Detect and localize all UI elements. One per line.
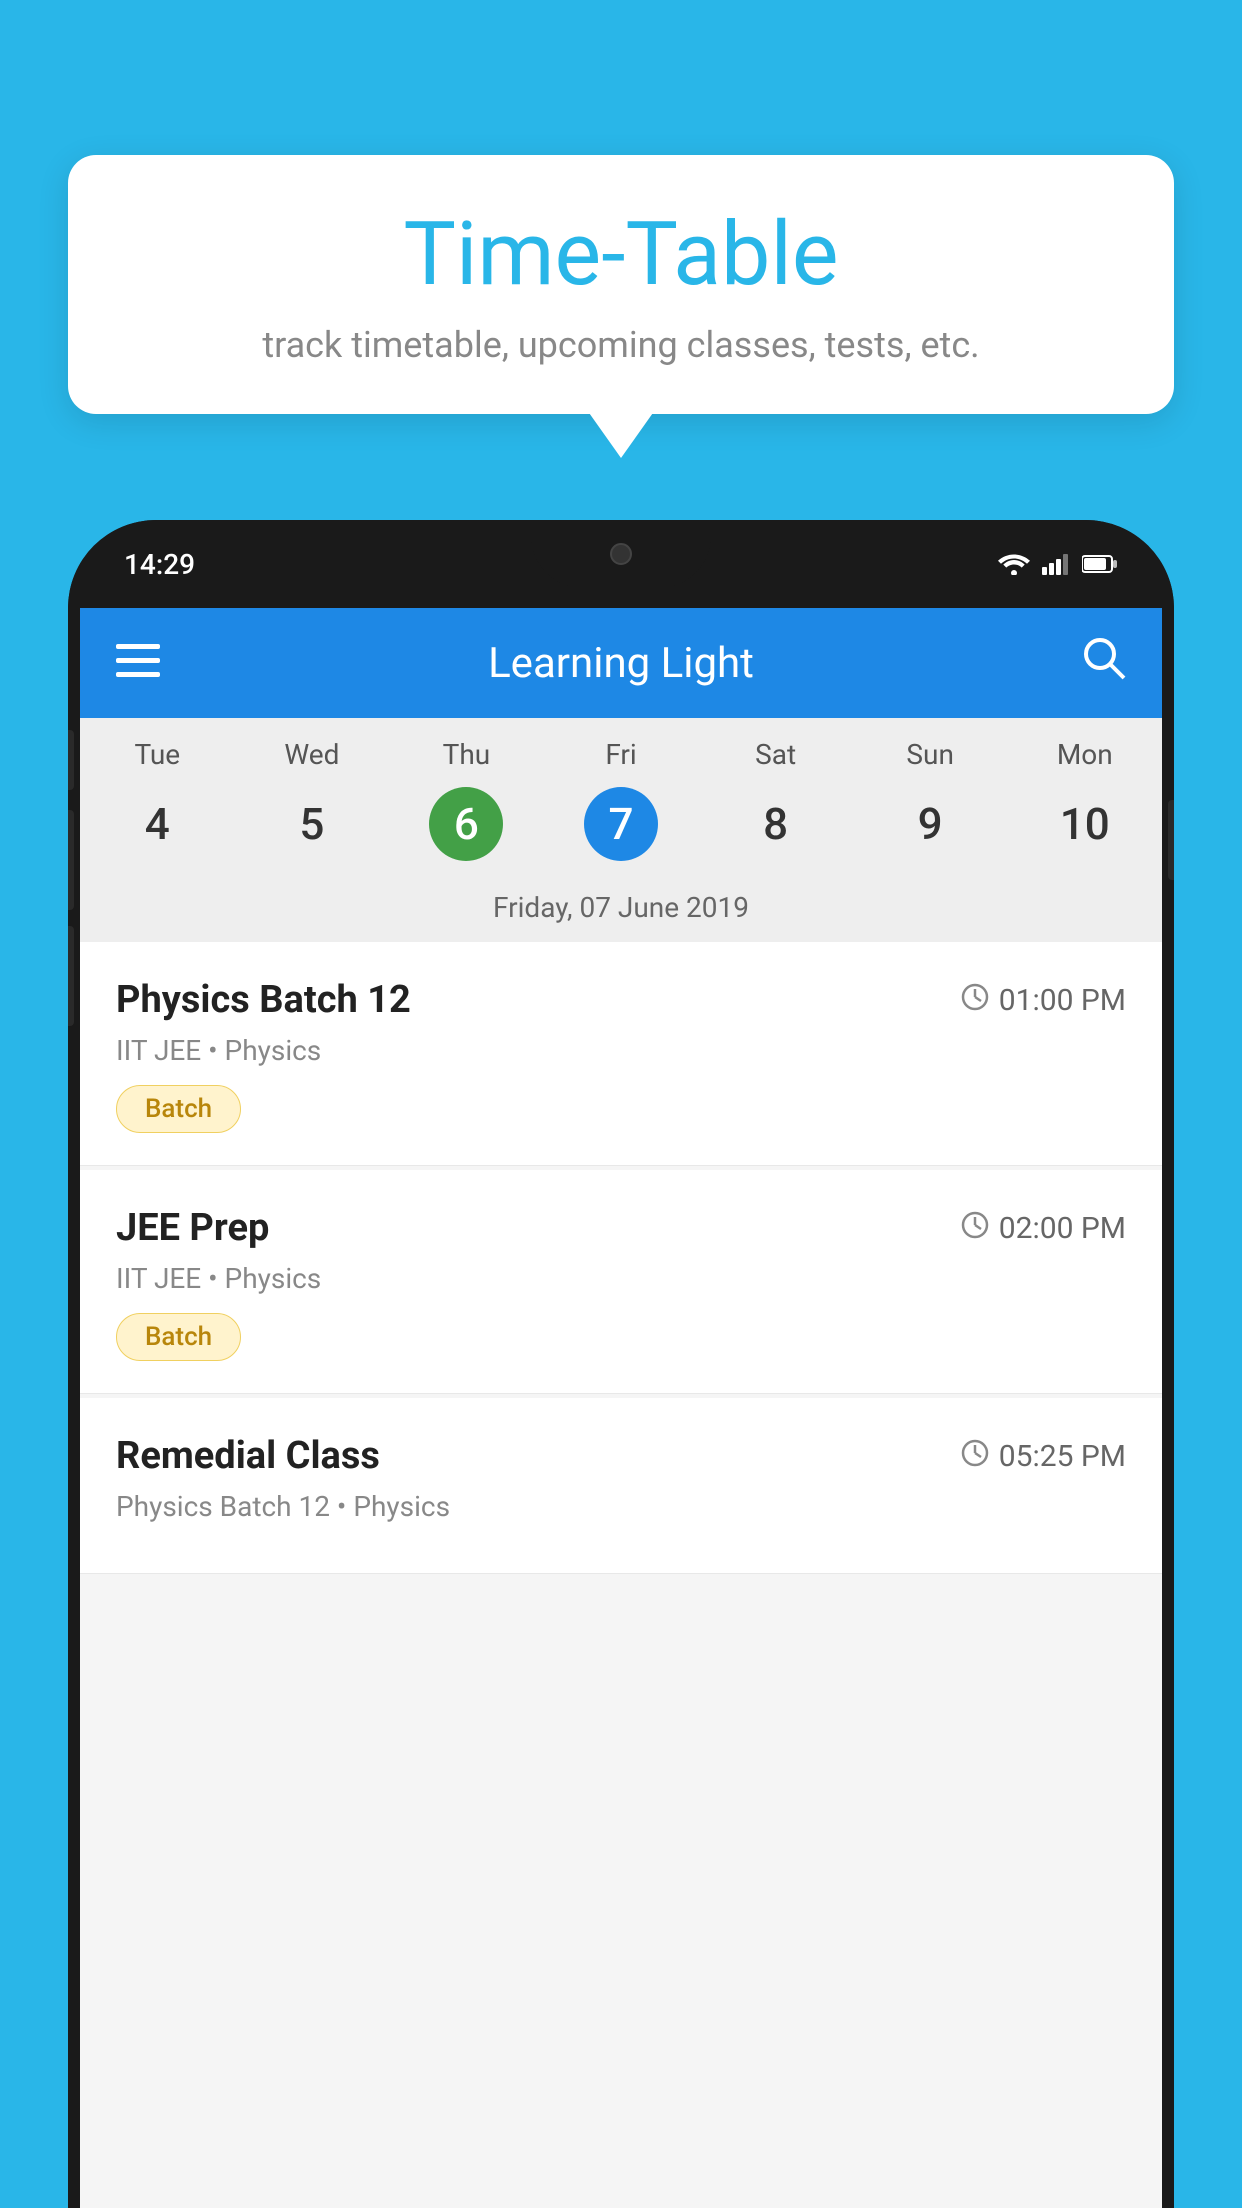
tooltip-card: Time-Table track timetable, upcoming cla… — [68, 155, 1174, 414]
tooltip-subtitle: track timetable, upcoming classes, tests… — [128, 324, 1114, 366]
status-time: 14:29 — [124, 548, 195, 581]
signal-icon — [1042, 553, 1070, 575]
power-button — [1168, 800, 1174, 880]
day-numbers-row: 4 5 6 7 8 9 10 — [80, 779, 1162, 881]
clock-icon-2 — [961, 1211, 989, 1246]
volume-up-button — [68, 730, 74, 790]
schedule-title-1: Physics Batch 12 — [116, 978, 411, 1022]
date-8[interactable]: 8 — [698, 787, 853, 861]
app-title: Learning Light — [160, 639, 1082, 688]
schedule-time-1: 01:00 PM — [961, 983, 1126, 1018]
volume-down-button — [68, 810, 74, 910]
selected-date-label: Friday, 07 June 2019 — [80, 881, 1162, 942]
date-4[interactable]: 4 — [80, 787, 235, 861]
schedule-title-3: Remedial Class — [116, 1434, 380, 1478]
status-icons — [998, 553, 1118, 575]
menu-button[interactable] — [116, 637, 160, 689]
date-10[interactable]: 10 — [1007, 787, 1162, 861]
schedule-item-remedial[interactable]: Remedial Class 05:25 PM — [80, 1398, 1162, 1574]
search-button[interactable] — [1082, 636, 1126, 691]
date-6-today[interactable]: 6 — [389, 787, 544, 861]
bixby-button — [68, 926, 74, 1026]
day-names-row: Tue Wed Thu Fri Sat Sun Mon — [80, 718, 1162, 779]
phone-screen: Learning Light Tue Wed Thu Fri Sat Sun — [80, 608, 1162, 2208]
schedule-item-header-1: Physics Batch 12 01:00 PM — [116, 978, 1126, 1022]
schedule-list: Physics Batch 12 01:00 PM — [80, 942, 1162, 1578]
clock-icon-1 — [961, 983, 989, 1018]
schedule-subtitle-2: IIT JEE • Physics — [116, 1262, 1126, 1295]
schedule-item-header-3: Remedial Class 05:25 PM — [116, 1434, 1126, 1478]
schedule-title-2: JEE Prep — [116, 1206, 269, 1250]
batch-tag-2: Batch — [116, 1313, 241, 1361]
phone-frame: 14:29 — [68, 520, 1174, 2208]
notch — [531, 520, 711, 588]
status-bar: 14:29 — [68, 520, 1174, 608]
schedule-subtitle-3: Physics Batch 12 • Physics — [116, 1490, 1126, 1523]
day-sun[interactable]: Sun — [853, 738, 1008, 771]
date-7-selected[interactable]: 7 — [544, 787, 699, 861]
tooltip-title: Time-Table — [128, 207, 1114, 304]
day-wed[interactable]: Wed — [235, 738, 390, 771]
schedule-item-header-2: JEE Prep 02:00 PM — [116, 1206, 1126, 1250]
wifi-icon — [998, 553, 1030, 575]
schedule-subtitle-1: IIT JEE • Physics — [116, 1034, 1126, 1067]
app-bar: Learning Light — [80, 608, 1162, 718]
day-mon[interactable]: Mon — [1007, 738, 1162, 771]
day-thu[interactable]: Thu — [389, 738, 544, 771]
calendar-section: Tue Wed Thu Fri Sat Sun Mon 4 5 6 7 8 9 … — [80, 718, 1162, 942]
battery-icon — [1082, 554, 1118, 574]
date-9[interactable]: 9 — [853, 787, 1008, 861]
day-tue[interactable]: Tue — [80, 738, 235, 771]
batch-tag-1: Batch — [116, 1085, 241, 1133]
day-sat[interactable]: Sat — [698, 738, 853, 771]
day-fri[interactable]: Fri — [544, 738, 699, 771]
schedule-item-physics-batch[interactable]: Physics Batch 12 01:00 PM — [80, 942, 1162, 1166]
date-5[interactable]: 5 — [235, 787, 390, 861]
clock-icon-3 — [961, 1439, 989, 1474]
schedule-item-jee-prep[interactable]: JEE Prep 02:00 PM — [80, 1170, 1162, 1394]
camera — [610, 543, 632, 565]
schedule-time-2: 02:00 PM — [961, 1211, 1126, 1246]
phone-container: 14:29 — [68, 520, 1174, 2208]
schedule-time-3: 05:25 PM — [961, 1439, 1126, 1474]
